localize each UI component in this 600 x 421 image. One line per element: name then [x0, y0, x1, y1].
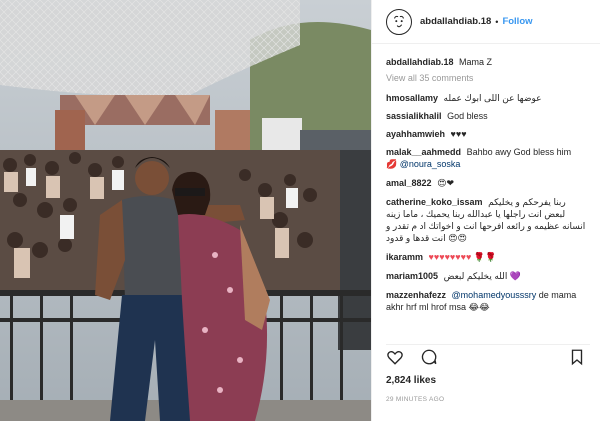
concert-photo-illustration [0, 0, 371, 421]
action-bar [386, 344, 590, 368]
caption-username[interactable]: abdallahdiab.18 [386, 57, 454, 67]
comment-item: ayahhamwieh ♥♥♥ [386, 128, 588, 140]
header-separator: • [495, 16, 499, 27]
caption-text: Mama Z [459, 57, 493, 67]
post-photo[interactable] [0, 0, 371, 421]
stylized-face-logo-icon[interactable] [386, 8, 412, 35]
comment-username[interactable]: amal_8822 [386, 178, 432, 188]
heart-outline-icon[interactable] [386, 348, 408, 370]
post-side-panel: abdallahdiab.18 • Follow abdallahdiab.18… [371, 0, 600, 421]
comment-item: catherine_koko_issam ربنا يفرحكم و يخليك… [386, 196, 588, 245]
comment-item: sassialikhalil God bless [386, 110, 588, 122]
comment-text: ♥♥♥♥♥♥♥♥ [428, 252, 472, 262]
comment-username[interactable]: sassialikhalil [386, 111, 442, 121]
comment-emoji: 😂😂 [468, 303, 490, 313]
comment-username[interactable]: mariam1005 [386, 271, 438, 281]
likes-count[interactable]: 2,824 likes [386, 375, 436, 386]
post-header: abdallahdiab.18 • Follow [372, 0, 600, 44]
comment-username[interactable]: hmosallamy [386, 93, 438, 103]
kiss-emoji: 💋 [386, 160, 398, 170]
comment-username[interactable]: malak__aahmedd [386, 147, 461, 157]
comment-emoji: 😍😍 [448, 234, 467, 244]
comment-mention[interactable]: @mohamedyousssry [452, 290, 537, 300]
bookmark-icon[interactable] [568, 348, 590, 370]
comment-emoji: 💜 [509, 272, 522, 282]
comment-item: mariam1005 الله يخليكم لبعض 💜 [386, 270, 588, 283]
comment-item: amal_8822 😍❤ [386, 177, 588, 190]
comment-username[interactable]: mazzenhafezz [386, 290, 446, 300]
follow-button[interactable]: Follow [502, 16, 532, 27]
comment-text: 😍❤ [437, 179, 454, 189]
comment-text: ♥♥♥ [450, 129, 467, 139]
comment-item: mazzenhafezz @mohamedyousssry de mama ak… [386, 289, 588, 314]
comment-item: malak__aahmedd Bahbo awy God bless him 💋… [386, 146, 588, 171]
comment-text: الله يخليكم لبعض [443, 271, 508, 281]
comment-emoji: 🌹🌹 [473, 253, 497, 263]
speech-bubble-icon[interactable] [420, 348, 442, 370]
comment-text: عوضها عن اللى ابوك عمله [443, 93, 542, 103]
view-all-comments-link[interactable]: View all 35 comments [386, 73, 588, 83]
comment-mention[interactable]: @noura_soska [400, 159, 461, 169]
header-username[interactable]: abdallahdiab.18 [420, 16, 491, 27]
comment-username[interactable]: ikaramm [386, 252, 423, 262]
comment-item: hmosallamy عوضها عن اللى ابوك عمله [386, 92, 588, 104]
caption: abdallahdiab.18 Mama Z [386, 56, 588, 68]
comment-text: God bless [447, 111, 488, 121]
comment-username[interactable]: ayahhamwieh [386, 129, 445, 139]
comment-username[interactable]: catherine_koko_issam [386, 197, 483, 207]
comment-text: Bahbo awy God bless him [466, 147, 572, 157]
comments-list: abdallahdiab.18 Mama Z View all 35 comme… [372, 44, 600, 341]
comment-item: ikaramm ♥♥♥♥♥♥♥♥ 🌹🌹 [386, 251, 588, 264]
post-timestamp: 29 MINUTES AGO [386, 396, 445, 403]
